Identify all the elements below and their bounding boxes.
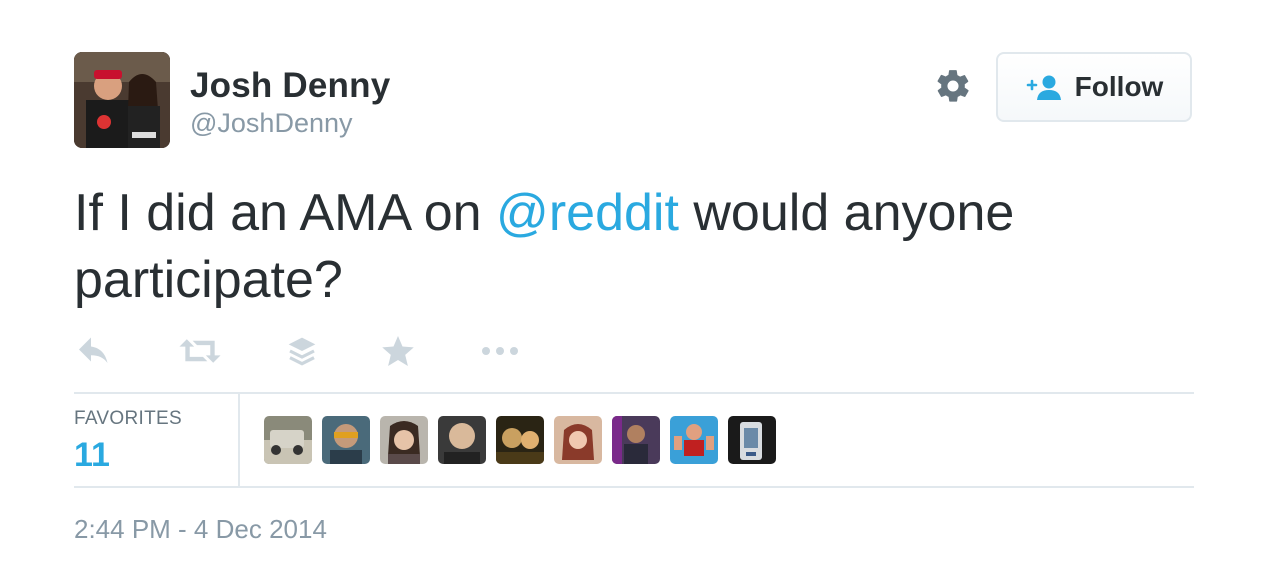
favoriter-avatar[interactable] <box>438 416 486 464</box>
favoriter-avatar[interactable] <box>380 416 428 464</box>
favoriter-avatar[interactable] <box>728 416 776 464</box>
follow-label: Follow <box>1074 71 1164 102</box>
retweet-icon[interactable] <box>178 333 222 369</box>
gear-icon[interactable] <box>934 67 972 105</box>
divider-bottom <box>74 486 1194 488</box>
favoriter-avatar[interactable] <box>670 416 718 464</box>
avatar[interactable] <box>74 52 170 148</box>
tweet-text-before: If I did an AMA on <box>74 184 497 242</box>
stats-divider <box>238 394 240 487</box>
follow-button[interactable]: Follow <box>996 52 1192 122</box>
display-name[interactable]: Josh Denny <box>190 66 390 106</box>
reply-icon[interactable] <box>76 333 112 369</box>
profile-photo-icon <box>74 52 170 148</box>
buffer-icon[interactable] <box>286 333 318 369</box>
favorite-star-icon[interactable] <box>380 333 416 369</box>
favoriter-avatar[interactable] <box>612 416 660 464</box>
favorites-label: FAVORITES <box>74 408 182 429</box>
favoriter-avatar[interactable] <box>264 416 312 464</box>
username[interactable]: @JoshDenny <box>190 108 353 139</box>
divider-top <box>74 392 1194 394</box>
mention-link[interactable]: @reddit <box>496 184 679 242</box>
add-person-icon <box>1026 75 1061 100</box>
favoriter-avatar[interactable] <box>554 416 602 464</box>
favoriter-avatar[interactable] <box>496 416 544 464</box>
favoriter-avatar[interactable] <box>322 416 370 464</box>
tweet-timestamp[interactable]: 2:44 PM - 4 Dec 2014 <box>74 514 327 545</box>
favorites-count[interactable]: 11 <box>74 436 110 475</box>
tweet-text: If I did an AMA on @reddit would anyone … <box>74 180 1184 314</box>
more-dots-icon[interactable] <box>480 333 520 369</box>
